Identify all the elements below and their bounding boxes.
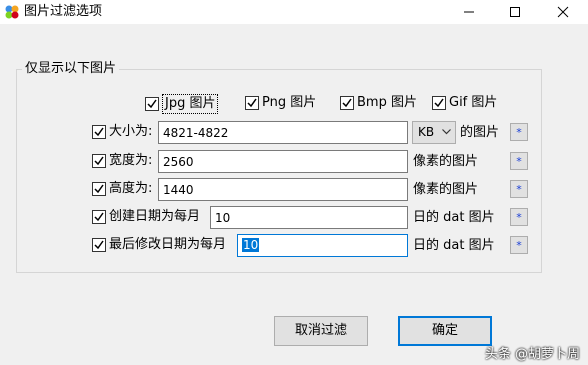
modified-day-input[interactable]: 10 — [237, 234, 408, 257]
modified-wildcard-button[interactable]: * — [510, 236, 528, 254]
group-title: 仅显示以下图片 — [22, 60, 120, 78]
created-date-suffix: 日的 dat 图片 — [413, 210, 495, 225]
jpg-label: Jpg 图片 — [162, 94, 219, 114]
bmp-label: Bmp 图片 — [357, 95, 417, 110]
check-icon — [94, 240, 104, 250]
minimize-button[interactable] — [446, 0, 492, 24]
checkbox-box — [145, 97, 159, 111]
width-wildcard-button[interactable]: * — [510, 152, 528, 170]
size-suffix: 的图片 — [460, 125, 500, 140]
checkbox-box — [92, 210, 106, 224]
created-date-label: 创建日期为每月 — [109, 209, 201, 224]
width-suffix: 像素的图片 — [413, 154, 479, 169]
checkbox-box — [92, 154, 106, 168]
close-button[interactable] — [540, 0, 586, 24]
height-input[interactable] — [158, 178, 408, 201]
checkbox-box — [432, 96, 446, 110]
watermark: 头条 @胡萝卜周 — [484, 347, 580, 362]
gif-label: Gif 图片 — [449, 95, 498, 110]
ok-button[interactable]: 确定 — [398, 316, 492, 346]
cancel-filter-button[interactable]: 取消过滤 — [274, 316, 368, 346]
check-icon — [342, 98, 352, 108]
created-day-input[interactable] — [210, 206, 408, 229]
size-input[interactable] — [158, 121, 408, 144]
chevron-down-icon — [442, 129, 451, 135]
checkbox-box — [245, 96, 259, 110]
check-icon — [434, 98, 444, 108]
minimize-icon — [464, 11, 474, 13]
check-icon — [247, 98, 257, 108]
title-bar: 图片过滤选项 — [0, 0, 588, 24]
size-wildcard-button[interactable]: * — [510, 123, 528, 141]
height-suffix: 像素的图片 — [413, 182, 479, 197]
height-label: 高度为: — [109, 181, 153, 196]
check-icon — [94, 184, 104, 194]
size-unit-value: KB — [418, 125, 435, 139]
size-checkbox[interactable]: 大小为: — [92, 123, 152, 141]
check-icon — [147, 99, 157, 109]
bmp-checkbox[interactable]: Bmp 图片 — [340, 94, 417, 112]
checkbox-box — [92, 182, 106, 196]
height-checkbox[interactable]: 高度为: — [92, 180, 152, 198]
gif-checkbox[interactable]: Gif 图片 — [432, 94, 497, 112]
width-input[interactable] — [158, 150, 408, 173]
checkbox-box — [92, 125, 106, 139]
close-icon — [557, 6, 569, 18]
check-icon — [94, 212, 104, 222]
modified-date-label: 最后修改日期为每月 — [109, 237, 227, 252]
created-wildcard-button[interactable]: * — [510, 208, 528, 226]
app-logo-icon — [4, 4, 20, 20]
size-label: 大小为: — [109, 124, 153, 139]
maximize-button[interactable] — [492, 0, 538, 24]
png-label: Png 图片 — [262, 95, 317, 110]
width-label: 宽度为: — [109, 153, 153, 168]
size-unit-select[interactable]: KB — [412, 121, 456, 144]
checkbox-box — [92, 238, 106, 252]
maximize-icon — [510, 7, 520, 17]
height-wildcard-button[interactable]: * — [510, 180, 528, 198]
check-icon — [94, 127, 104, 137]
filter-dialog: 图片过滤选项 仅显示以下图片 Jpg 图片 Png 图片 Bmp 图片 Gif … — [0, 0, 588, 365]
png-checkbox[interactable]: Png 图片 — [245, 94, 316, 112]
width-checkbox[interactable]: 宽度为: — [92, 152, 152, 170]
modified-date-suffix: 日的 dat 图片 — [413, 238, 495, 253]
check-icon — [94, 156, 104, 166]
window-title: 图片过滤选项 — [24, 4, 103, 19]
jpg-checkbox[interactable]: Jpg 图片 — [145, 94, 219, 114]
created-date-checkbox[interactable]: 创建日期为每月 — [92, 208, 200, 226]
modified-day-value: 10 — [242, 238, 260, 252]
checkbox-box — [340, 96, 354, 110]
modified-date-checkbox[interactable]: 最后修改日期为每月 — [92, 236, 226, 254]
